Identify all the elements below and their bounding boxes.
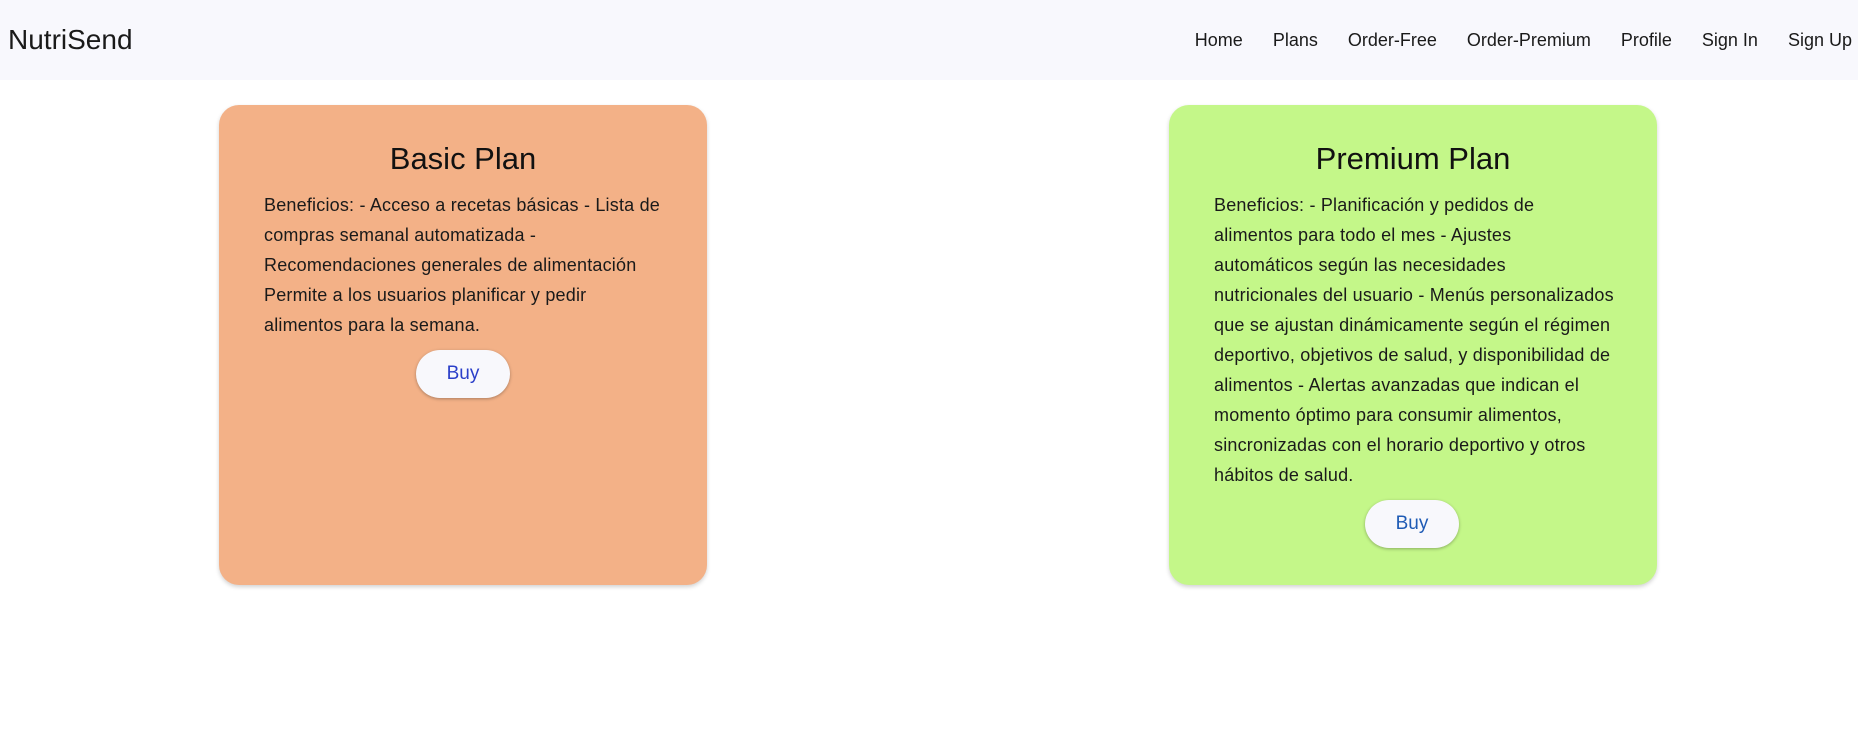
plan-title: Basic Plan xyxy=(389,141,537,176)
buy-premium-button[interactable]: Buy xyxy=(1365,500,1459,548)
nav-sign-in[interactable]: Sign In xyxy=(1687,26,1773,54)
nav-order-premium[interactable]: Order-Premium xyxy=(1452,26,1606,54)
nav-plans[interactable]: Plans xyxy=(1258,26,1333,54)
nav-order-free[interactable]: Order-Free xyxy=(1333,26,1452,54)
top-navbar: NutriSend Home Plans Order-Free Order-Pr… xyxy=(0,0,1858,80)
nav-profile[interactable]: Profile xyxy=(1606,26,1687,54)
plan-description: Beneficios: - Acceso a recetas básicas -… xyxy=(264,195,660,335)
buy-basic-button[interactable]: Buy xyxy=(416,350,510,398)
nav-sign-up[interactable]: Sign Up xyxy=(1773,26,1852,54)
brand-logo[interactable]: NutriSend xyxy=(8,22,133,58)
plan-title: Premium Plan xyxy=(1315,141,1511,176)
plan-description: Beneficios: - Planificación y pedidos de… xyxy=(1214,195,1614,485)
premium-plan-card: Premium Plan Beneficios: - Planificación… xyxy=(1169,105,1657,585)
nav-home[interactable]: Home xyxy=(1180,26,1258,54)
basic-plan-card: Basic Plan Beneficios: - Acceso a receta… xyxy=(219,105,707,585)
main-nav: Home Plans Order-Free Order-Premium Prof… xyxy=(1180,26,1852,54)
